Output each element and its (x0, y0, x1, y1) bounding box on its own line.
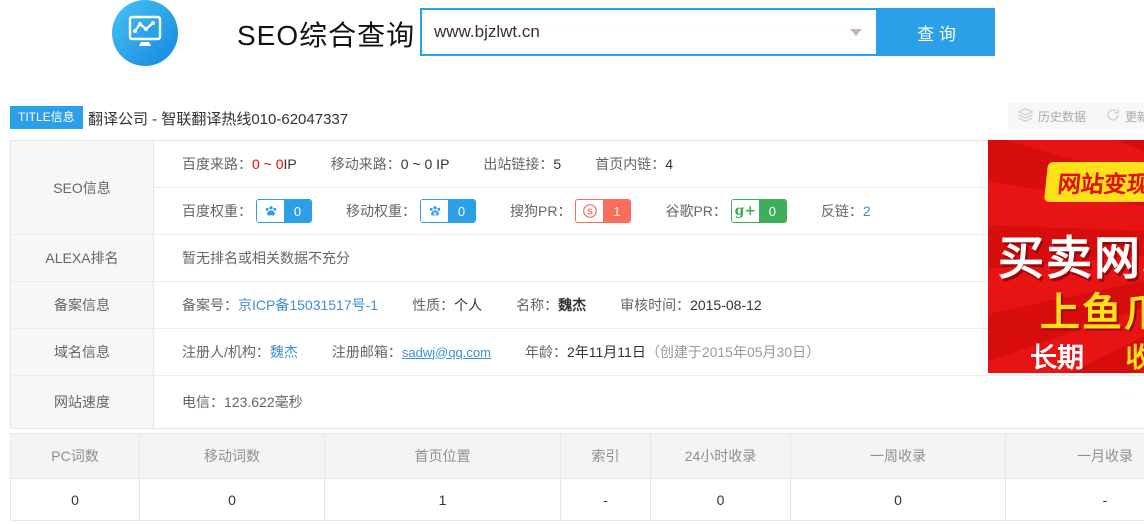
google-pr-value: 0 (759, 200, 786, 222)
icp-name-label: 名称： (516, 295, 558, 315)
mobile-weight-value: 0 (448, 200, 475, 222)
baidu-weight-label: 百度权重： (182, 201, 252, 221)
icp-audit-value: 2015-08-12 (690, 297, 762, 313)
baidu-visits-label: 百度来路： (182, 154, 252, 174)
sogou-pr-badge[interactable]: S 1 (575, 199, 631, 223)
alexa-text: 暂无排名或相关数据不充分 (182, 248, 350, 268)
advertisement-banner[interactable]: 网站变现 买卖网站 上鱼爪 长期 收站 (988, 140, 1144, 373)
stats-value-index: - (561, 479, 651, 520)
baidu-visits-value: 0 ~ 0 (252, 156, 284, 172)
stats-header-mobile-words: 移动词数 (140, 434, 325, 478)
url-search-box[interactable] (420, 8, 878, 56)
baidu-weight-badge[interactable]: 0 (256, 199, 312, 223)
stats-value-mobile-words: 0 (140, 479, 325, 520)
stats-value-24h: 0 (651, 479, 791, 520)
url-search-input[interactable] (422, 10, 850, 54)
stats-value-week: 0 (791, 479, 1006, 520)
backlinks-value-link[interactable]: 2 (863, 203, 871, 219)
title-info-badge: TITLE信息 (10, 106, 83, 129)
sogou-s-icon: S (576, 200, 603, 222)
mobile-weight-label: 移动权重： (346, 201, 416, 221)
outlinks-label: 出站链接： (483, 154, 553, 174)
page-title: SEO综合查询 (237, 14, 415, 54)
paw-m-icon: M (421, 200, 448, 222)
age-label: 年龄： (525, 342, 567, 362)
stats-value-pc-words: 0 (11, 479, 140, 520)
homelinks-value: 4 (665, 156, 673, 172)
icp-nature-value: 个人 (454, 295, 482, 315)
query-button[interactable]: 查 询 (878, 8, 995, 56)
app-logo (112, 0, 178, 66)
row-label-alexa: ALEXA排名 (11, 235, 154, 281)
ad-headline: 买卖网站 (998, 222, 1144, 288)
svg-text:S: S (587, 206, 593, 216)
site-title-text: 翻译公司 - 智联翻译热线010-62047337 (88, 108, 348, 129)
stats-value-home-position: 1 (325, 479, 561, 520)
sogou-pr-value: 1 (603, 200, 630, 222)
speed-value: 123.622毫秒 (224, 392, 303, 412)
row-label-icp: 备案信息 (11, 282, 154, 328)
icp-name-value: 魏杰 (558, 295, 586, 315)
icp-nature-label: 性质： (412, 295, 454, 315)
ad-footline: 长期 收站 (1030, 336, 1144, 373)
table-row-seo: SEO信息 百度来路：0 ~ 0 IP 移动来路：0 ~ 0 IP 出站链接：5… (11, 141, 1144, 235)
outlinks-value: 5 (553, 156, 561, 172)
stats-header-month: 一月收录 (1006, 434, 1144, 478)
google-pr-label: 谷歌PR： (665, 201, 726, 221)
table-row-speed: 网站速度 电信：123.622毫秒 (11, 376, 1144, 428)
stats-value-month: - (1006, 479, 1144, 520)
row-label-seo: SEO信息 (11, 141, 154, 234)
refresh-icon (1106, 108, 1120, 125)
mobile-visits-value: 0 ~ 0 IP (401, 156, 450, 172)
ad-subheadline: 上鱼爪 (1040, 280, 1144, 338)
row-label-speed: 网站速度 (11, 376, 154, 428)
email-label: 注册邮箱： (332, 342, 402, 362)
icp-number-label: 备案号： (182, 295, 238, 315)
seo-info-table: SEO信息 百度来路：0 ~ 0 IP 移动来路：0 ~ 0 IP 出站链接：5… (10, 140, 1144, 429)
icp-audit-label: 审核时间： (620, 295, 690, 315)
mobile-visits-label: 移动来路： (331, 154, 401, 174)
history-data-button[interactable]: 历史数据 (1008, 103, 1096, 130)
registrant-link[interactable]: 魏杰 (270, 342, 298, 362)
stats-header-home-position: 首页位置 (325, 434, 561, 478)
chevron-down-icon[interactable] (850, 29, 862, 36)
row-label-domain: 域名信息 (11, 329, 154, 375)
refresh-data-button[interactable]: 更新数据 (1096, 103, 1144, 130)
google-pr-badge[interactable]: g+ 0 (731, 199, 787, 223)
stats-header-24h: 24小时收录 (651, 434, 791, 478)
age-note: （创建于2015年05月30日） (646, 342, 820, 362)
analytics-monitor-icon (127, 14, 163, 53)
paw-icon (257, 200, 284, 222)
speed-label: 电信： (182, 392, 224, 412)
email-link[interactable]: sadwj@qq.com (402, 345, 491, 360)
table-row-icp: 备案信息 备案号：京ICP备15031517号-1 性质：个人 名称：魏杰 审核… (11, 282, 1144, 329)
sogou-pr-label: 搜狗PR： (510, 201, 571, 221)
stats-value-row: 0 0 1 - 0 0 - (11, 479, 1144, 520)
stats-header-row: PC词数 移动词数 首页位置 索引 24小时收录 一周收录 一月收录 (11, 434, 1144, 479)
table-row-domain: 域名信息 注册人/机构：魏杰 注册邮箱：sadwj@qq.com 年龄：2年11… (11, 329, 1144, 376)
stats-header-index: 索引 (561, 434, 651, 478)
google-plus-icon: g+ (732, 200, 759, 222)
icp-number-link[interactable]: 京ICP备15031517号-1 (238, 295, 378, 315)
homelinks-label: 首页内链： (595, 154, 665, 174)
age-value: 2年11月11日 (567, 342, 646, 362)
layers-icon (1018, 108, 1033, 125)
backlinks-label: 反链： (821, 201, 863, 221)
table-row-alexa: ALEXA排名 暂无排名或相关数据不充分 (11, 235, 1144, 282)
mobile-weight-badge[interactable]: M 0 (420, 199, 476, 223)
svg-text:M: M (433, 211, 437, 216)
stats-header-pc-words: PC词数 (11, 434, 140, 478)
stats-header-week: 一周收录 (791, 434, 1006, 478)
registrant-label: 注册人/机构： (182, 342, 270, 362)
baidu-weight-value: 0 (284, 200, 311, 222)
ad-bubble-text: 网站变现 (1044, 162, 1144, 202)
keyword-stats-table: PC词数 移动词数 首页位置 索引 24小时收录 一周收录 一月收录 0 0 1… (10, 433, 1144, 521)
